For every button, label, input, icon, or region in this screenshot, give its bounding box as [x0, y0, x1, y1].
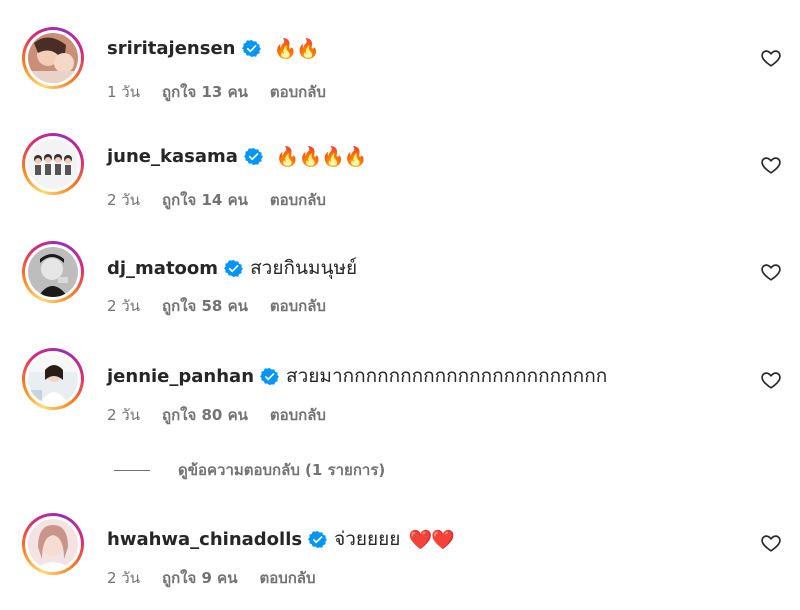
like-count[interactable]: ถูกใจ 14 คน: [162, 188, 248, 212]
like-button[interactable]: [760, 369, 782, 391]
heart-outline-icon: [761, 157, 781, 174]
like-count[interactable]: ถูกใจ 58 คน: [162, 294, 248, 318]
verified-badge-icon: [308, 530, 328, 549]
comment-time[interactable]: 2 วัน: [107, 188, 140, 212]
username[interactable]: hwahwa_chinadolls: [107, 529, 302, 550]
reply-button[interactable]: ตอบกลับ: [270, 294, 326, 318]
reply-button[interactable]: ตอบกลับ: [259, 566, 315, 590]
verified-badge-icon: [224, 259, 244, 278]
reply-button[interactable]: ตอบกลับ: [270, 188, 326, 212]
comment-time[interactable]: 2 วัน: [107, 294, 140, 318]
like-button[interactable]: [760, 154, 782, 176]
username[interactable]: june_kasama: [107, 146, 238, 167]
comment-item: hwahwa_chinadolls จ่วยยยย ❤️❤️ 2 วัน ถูก…: [0, 0, 800, 587]
view-replies-button[interactable]: ดูข้อความตอบกลับ (1 รายการ): [114, 458, 385, 482]
like-button[interactable]: [760, 261, 782, 283]
like-button[interactable]: [760, 532, 782, 554]
avatar[interactable]: [22, 513, 84, 575]
like-count[interactable]: ถูกใจ 9 คน: [162, 566, 237, 590]
username[interactable]: jennie_panhan: [107, 366, 254, 387]
comment-time[interactable]: 2 วัน: [107, 403, 140, 427]
reply-button[interactable]: ตอบกลับ: [270, 403, 326, 427]
avatar[interactable]: [22, 241, 84, 303]
comment-text: สวยมากกกกกกกกกกกกกกกกกกกกกกก: [286, 365, 608, 387]
heart-outline-icon: [761, 535, 781, 552]
comment-emoji: ❤️❤️: [408, 528, 454, 551]
comment-text: สวยกินมนุษย์: [250, 257, 358, 279]
comment-emoji: 🔥🔥🔥🔥: [275, 146, 368, 168]
verified-badge-icon: [260, 367, 280, 386]
comment-time[interactable]: 2 วัน: [107, 566, 140, 590]
divider: [114, 469, 150, 471]
avatar[interactable]: [22, 348, 84, 410]
like-count[interactable]: ถูกใจ 80 คน: [162, 403, 248, 427]
heart-outline-icon: [761, 372, 781, 389]
comment-text: จ่วยยยย: [334, 528, 401, 550]
verified-badge-icon: [243, 147, 263, 166]
username[interactable]: dj_matoom: [107, 258, 218, 279]
avatar[interactable]: [22, 133, 84, 195]
view-replies-label[interactable]: ดูข้อความตอบกลับ (1 รายการ): [178, 458, 385, 482]
heart-outline-icon: [761, 264, 781, 281]
